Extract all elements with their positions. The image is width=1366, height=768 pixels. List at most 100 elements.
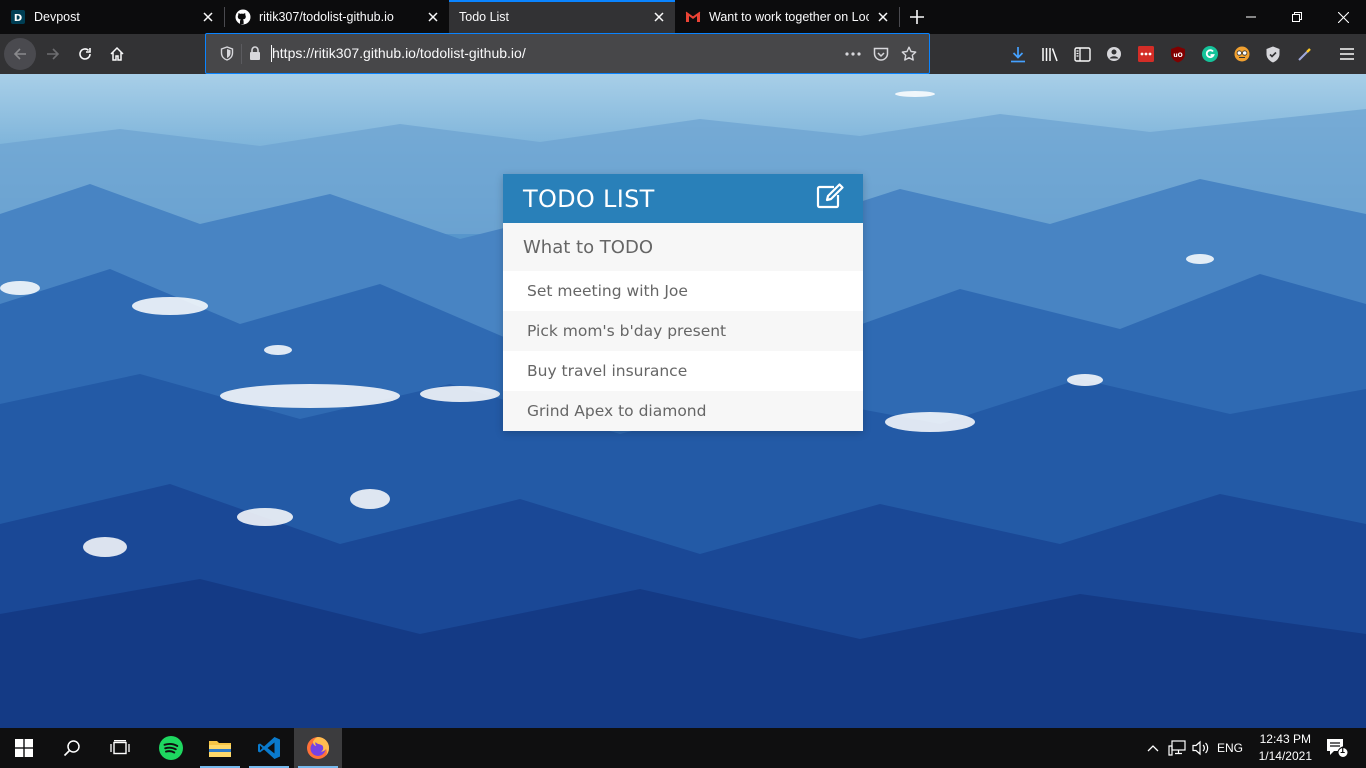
vscode-icon	[258, 737, 280, 759]
open-menu-button[interactable]	[1338, 45, 1356, 63]
tab-devpost[interactable]: D Devpost	[0, 0, 224, 34]
restore-button[interactable]	[1274, 0, 1320, 34]
reload-icon	[79, 48, 91, 60]
lastpass-icon	[1138, 46, 1154, 62]
tab-gmail[interactable]: Want to work together on Loca	[675, 0, 899, 34]
sidebar-button[interactable]	[1073, 45, 1091, 63]
lastpass-extension-button[interactable]	[1137, 45, 1155, 63]
sidebar-icon	[1073, 46, 1091, 62]
shield-icon	[1266, 46, 1280, 62]
spotify-icon	[159, 736, 183, 760]
grammarly-extension-button[interactable]	[1201, 45, 1219, 63]
search-icon	[63, 740, 80, 757]
speaker-icon	[1192, 740, 1209, 756]
home-icon	[110, 46, 124, 61]
tab-strip: D Devpost ritik307/todolist-github.io To…	[0, 0, 1366, 34]
new-tab-button[interactable]	[900, 0, 934, 34]
clock-time: 12:43 PM	[1259, 732, 1311, 746]
page-actions-button[interactable]	[843, 44, 863, 64]
todo-item[interactable]: Buy travel insurance	[503, 351, 863, 391]
close-tab-icon[interactable]	[651, 9, 667, 25]
close-icon	[1337, 11, 1349, 23]
arrow-right-icon	[47, 48, 60, 60]
action-center-button[interactable]: 1	[1318, 728, 1356, 768]
account-icon	[1107, 47, 1121, 61]
tab-title: Todo List	[459, 10, 510, 24]
spotify-taskbar-button[interactable]	[147, 728, 195, 768]
tab-title: ritik307/todolist-github.io	[259, 10, 394, 24]
library-button[interactable]	[1041, 45, 1059, 63]
arrow-left-icon	[13, 48, 26, 60]
hamburger-menu-icon	[1340, 48, 1354, 60]
pocket-icon	[873, 47, 889, 61]
todo-item[interactable]: Pick mom's b'day present	[503, 311, 863, 351]
eyedropper-icon	[1298, 48, 1311, 61]
page-viewport: TODO LIST Set meeting with Joe Pick mom'…	[0, 74, 1366, 728]
downloads-button[interactable]	[1009, 45, 1027, 63]
ellipsis-icon	[845, 52, 861, 56]
address-bar-separator	[241, 44, 242, 64]
window-controls	[1228, 0, 1366, 34]
minimize-button[interactable]	[1228, 0, 1274, 34]
address-bar[interactable]: https://ritik307.github.io/todolist-gith…	[205, 33, 930, 74]
forward-button[interactable]	[37, 38, 69, 70]
pocket-button[interactable]	[871, 44, 891, 64]
bookmark-star-button[interactable]	[899, 44, 919, 64]
back-button[interactable]	[4, 38, 36, 70]
todo-list: Set meeting with Joe Pick mom's b'day pr…	[503, 271, 863, 431]
svg-text:D: D	[14, 13, 22, 24]
restore-icon	[1292, 12, 1302, 22]
todo-header: TODO LIST	[503, 174, 863, 223]
close-tab-icon[interactable]	[875, 9, 891, 25]
close-window-button[interactable]	[1320, 0, 1366, 34]
todo-item[interactable]: Set meeting with Joe	[503, 271, 863, 311]
close-tab-icon[interactable]	[200, 9, 216, 25]
edit-icon[interactable]	[816, 183, 844, 214]
tab-title: Devpost	[34, 10, 80, 24]
clock-date: 1/14/2021	[1258, 749, 1312, 763]
privacy-extension-button[interactable]	[1264, 45, 1282, 63]
volume-button[interactable]	[1190, 728, 1212, 768]
network-icon	[1168, 740, 1186, 756]
minimize-icon	[1246, 16, 1256, 18]
ublock-extension-button[interactable]: uO	[1169, 45, 1187, 63]
show-hidden-icons-button[interactable]	[1143, 728, 1163, 768]
close-tab-icon[interactable]	[425, 9, 441, 25]
tab-todo-list[interactable]: Todo List	[449, 0, 675, 34]
file-explorer-taskbar-button[interactable]	[196, 728, 244, 768]
windows-taskbar: ENG 12:43 PM 1/14/2021 1	[0, 728, 1366, 768]
tab-github[interactable]: ritik307/todolist-github.io	[225, 0, 449, 34]
url-text[interactable]: https://ritik307.github.io/todolist-gith…	[271, 45, 526, 62]
home-button[interactable]	[101, 38, 133, 70]
firefox-icon	[307, 737, 329, 759]
tracking-protection-shield-icon[interactable]	[220, 46, 234, 66]
start-button[interactable]	[0, 728, 48, 768]
github-icon	[235, 9, 251, 25]
color-picker-extension-button[interactable]	[1296, 45, 1314, 63]
account-button[interactable]	[1105, 45, 1123, 63]
ublock-origin-icon: uO	[1171, 46, 1185, 62]
reload-button[interactable]	[69, 38, 101, 70]
lock-icon[interactable]	[249, 46, 261, 66]
network-button[interactable]	[1166, 728, 1188, 768]
folder-icon	[209, 741, 231, 757]
todo-item[interactable]: Grind Apex to diamond	[503, 391, 863, 431]
task-view-icon	[110, 740, 130, 755]
plus-icon	[910, 10, 924, 24]
vscode-taskbar-button[interactable]	[245, 728, 293, 768]
chevron-up-icon	[1147, 745, 1159, 752]
search-button[interactable]	[48, 728, 96, 768]
firefox-taskbar-button[interactable]	[294, 728, 342, 768]
task-view-button[interactable]	[96, 728, 144, 768]
tab-title: Want to work together on Loca	[709, 10, 869, 24]
library-icon	[1042, 48, 1058, 62]
language-indicator[interactable]: ENG	[1214, 728, 1246, 768]
devpost-icon: D	[10, 9, 26, 25]
extension-button[interactable]	[1233, 45, 1251, 63]
new-todo-input[interactable]	[503, 223, 863, 271]
svg-text:uO: uO	[1173, 52, 1182, 59]
notification-count-badge: 1	[1340, 745, 1346, 755]
gmail-icon	[685, 9, 701, 25]
grammarly-icon	[1202, 46, 1218, 62]
clock[interactable]: 12:43 PM 1/14/2021	[1259, 731, 1312, 765]
